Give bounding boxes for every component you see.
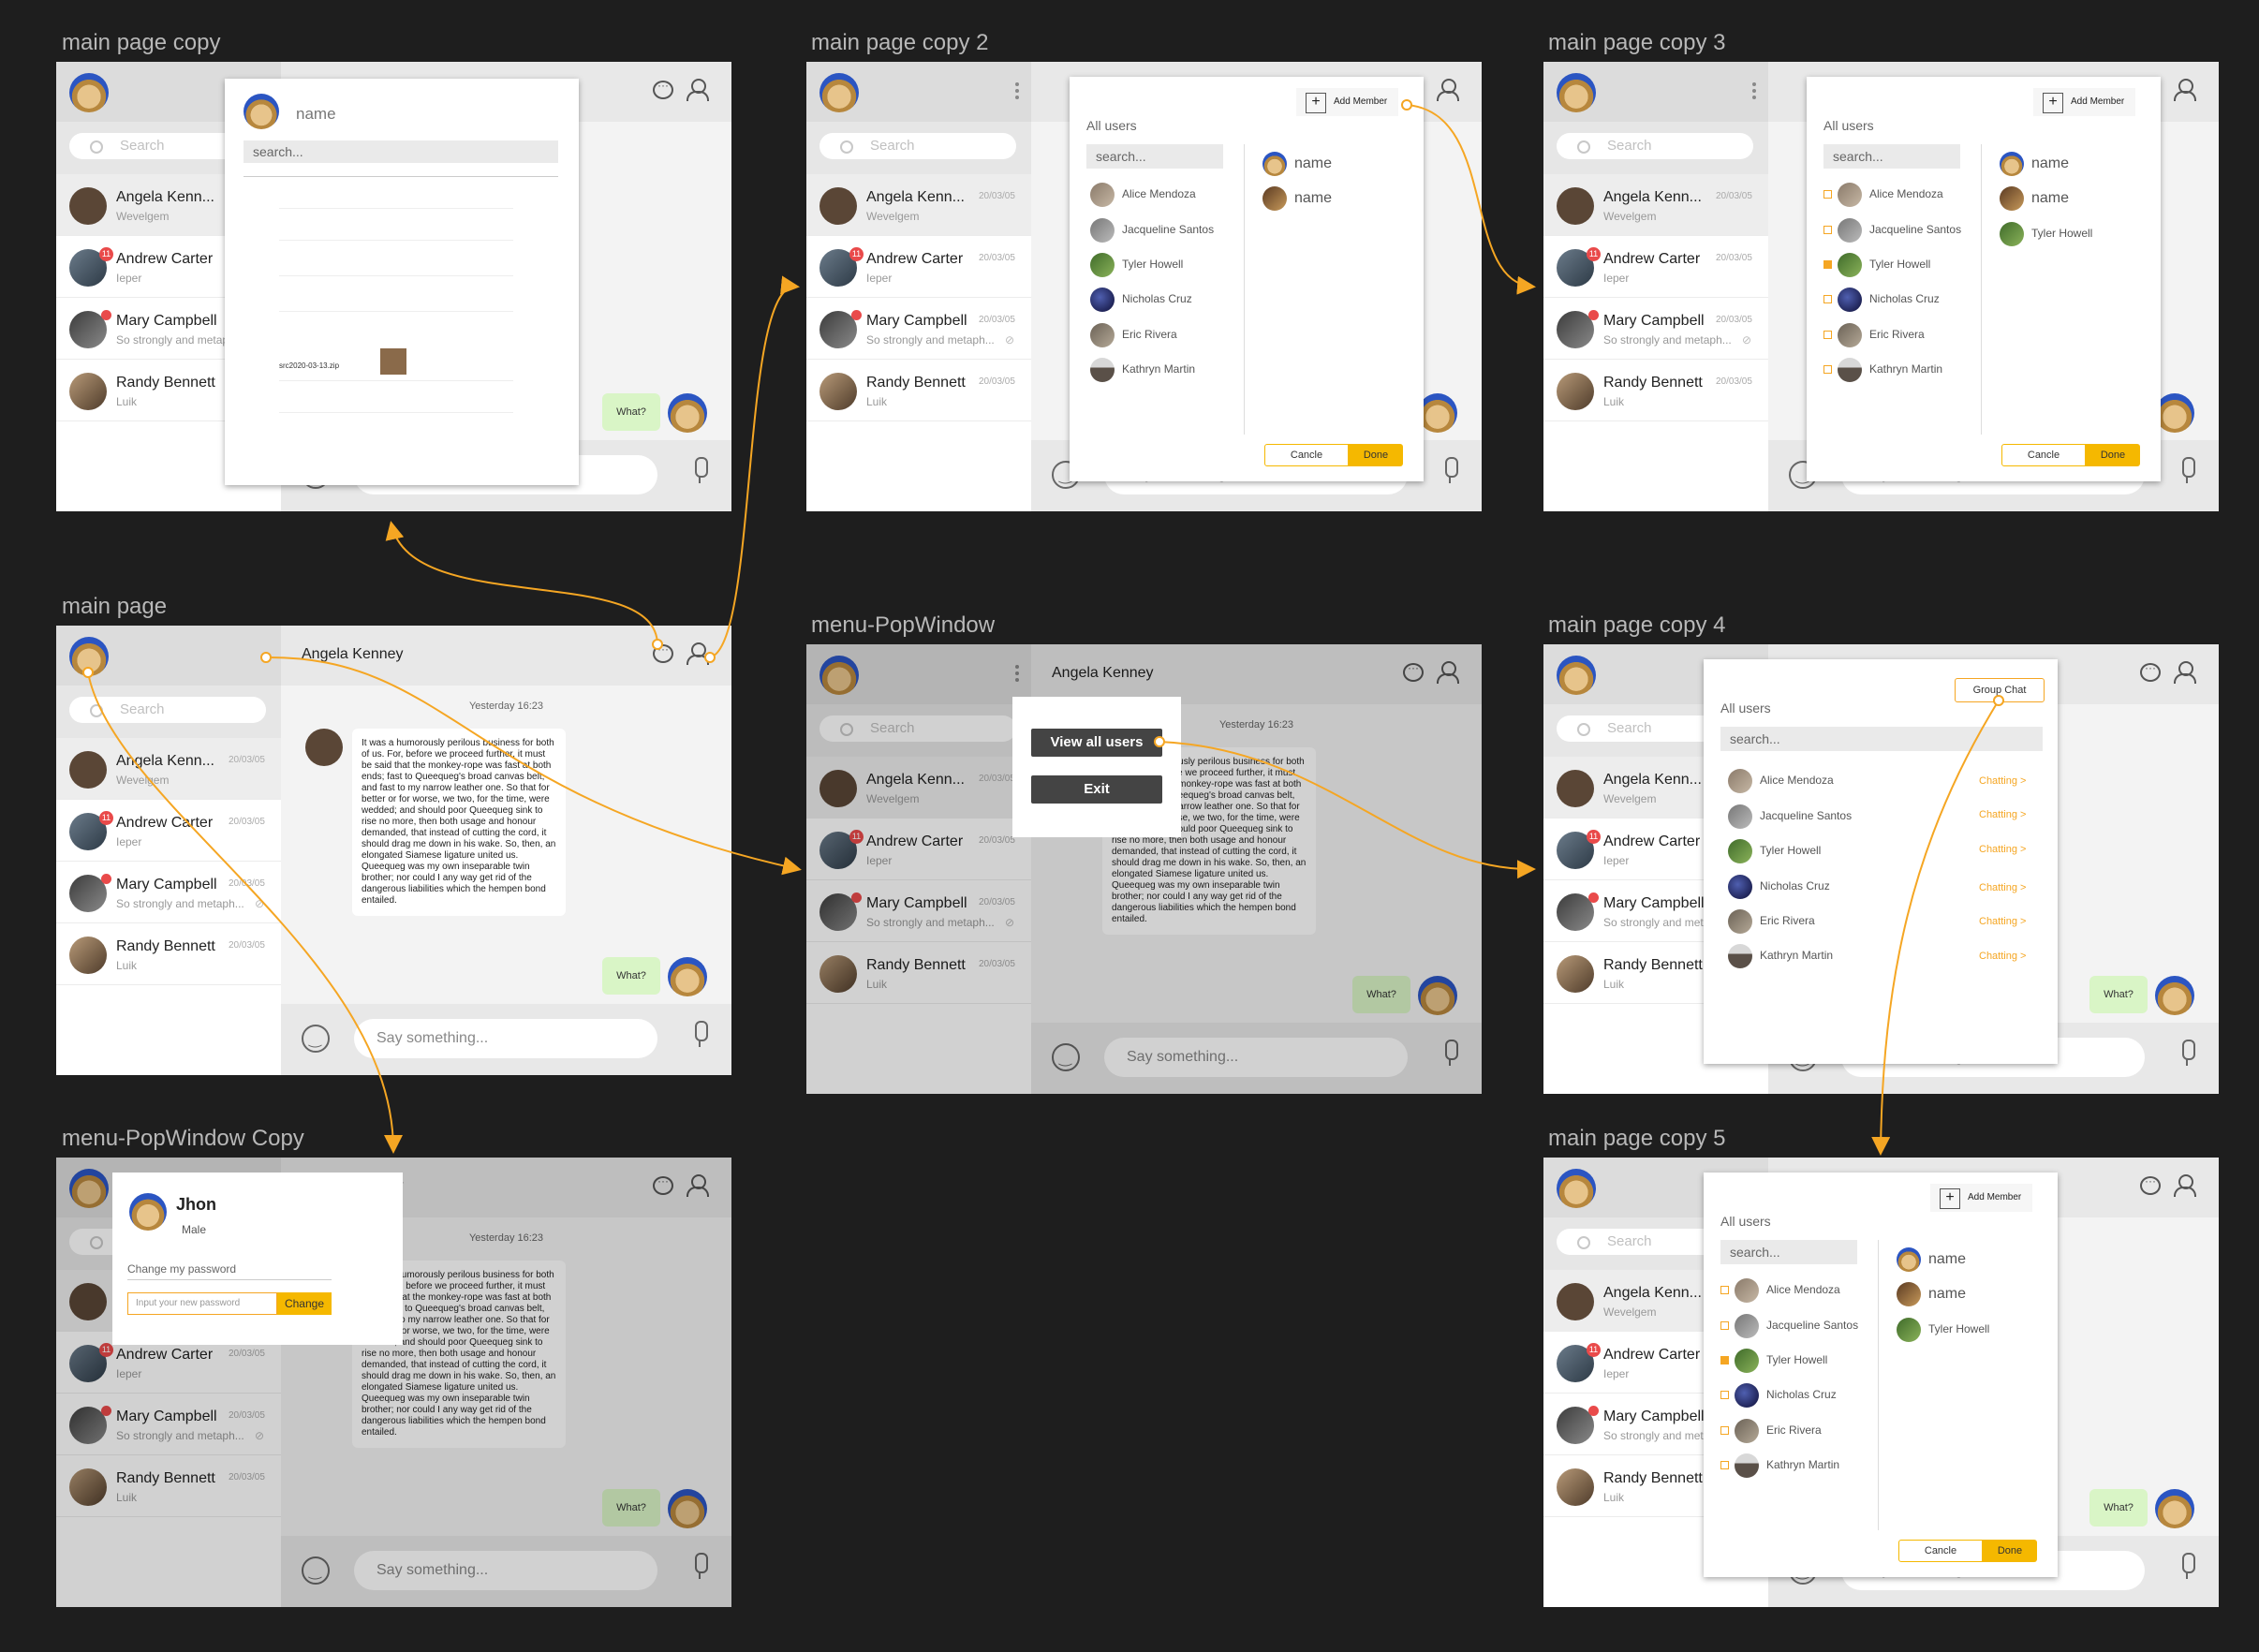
flow-arrow [265, 656, 802, 876]
flow-start-dot [704, 652, 716, 663]
flow-arrow [1871, 700, 2000, 1156]
flow-arrow [87, 671, 403, 1154]
flow-start-dot [1401, 99, 1412, 111]
flow-start-dot [652, 639, 663, 650]
flow-start-dot [260, 652, 272, 663]
flow-arrow [1406, 104, 1536, 295]
flow-arrow [1159, 741, 1536, 879]
flow-start-dot [1154, 736, 1165, 747]
flow-start-dot [1993, 695, 2004, 706]
flow-arrow [385, 521, 658, 645]
flow-arrows [82, 99, 2004, 1156]
flow-start-dot [82, 667, 94, 678]
flow-arrow [709, 275, 800, 658]
